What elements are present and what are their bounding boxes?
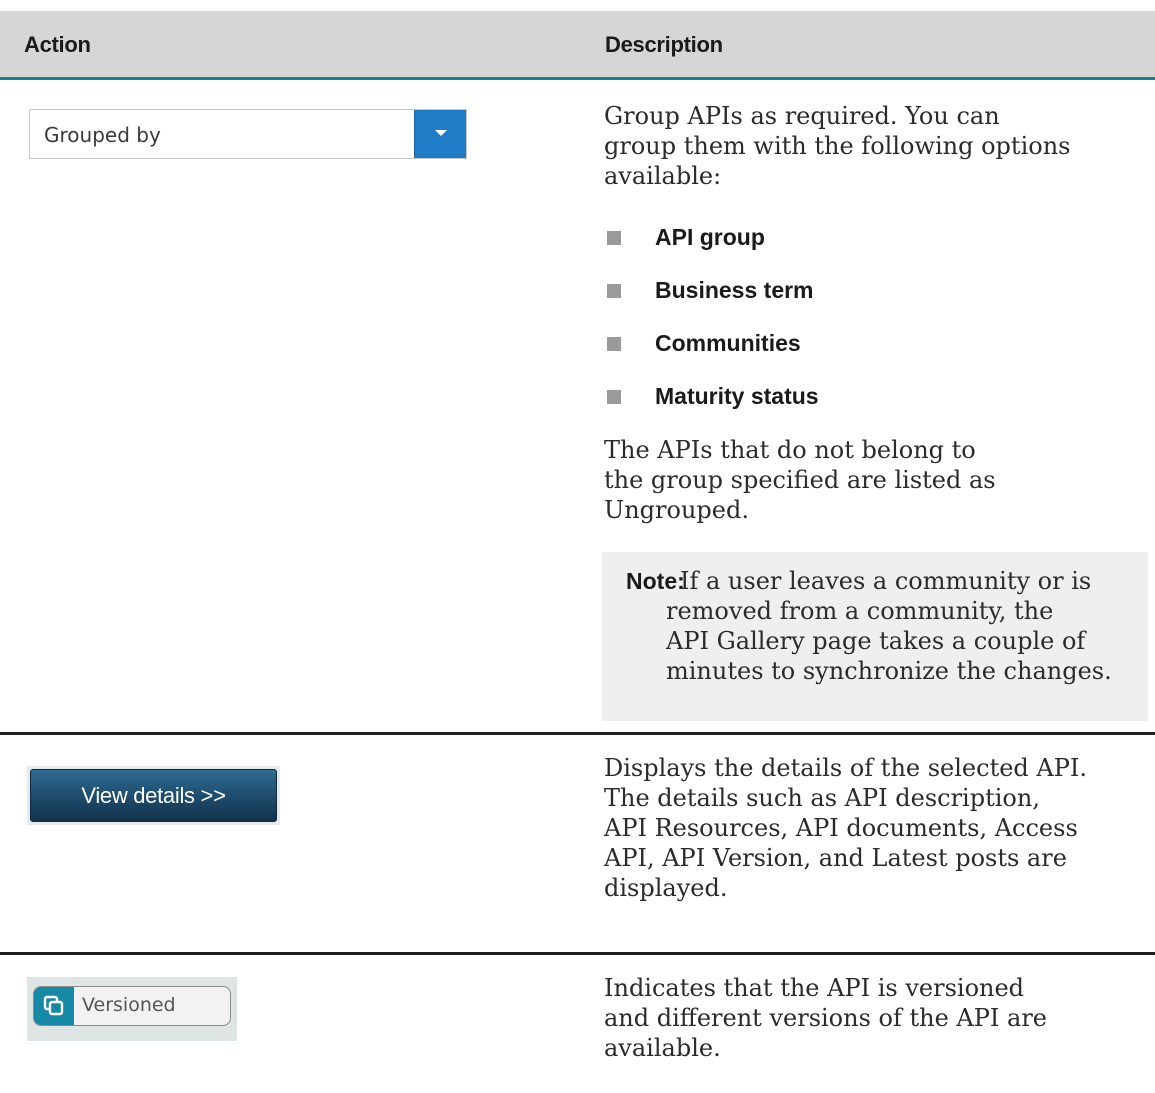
dropdown-toggle-button[interactable]	[414, 110, 466, 158]
note-line: minutes to synchronize the changes.	[666, 657, 1112, 685]
note-line: API Gallery page takes a couple of	[666, 627, 1086, 655]
option-label: Business term	[655, 277, 814, 303]
grouped-by-dropdown-label: Grouped by	[44, 123, 161, 147]
list-item: Communities	[604, 328, 819, 381]
description-line: displayed.	[604, 874, 728, 902]
row-3-description: Indicates that the API is versioned and …	[604, 973, 1149, 1063]
description-line: The details such as API description,	[604, 784, 1040, 812]
row-divider	[0, 952, 1155, 955]
note-callout: Note: If a user leaves a community or is…	[602, 552, 1148, 721]
row-1-description: Group APIs as required. You can group th…	[604, 101, 1144, 191]
row-2-description: Displays the details of the selected API…	[604, 753, 1149, 903]
description-line: the group specified are listed as	[604, 466, 996, 494]
description-line: Ungrouped.	[604, 496, 749, 524]
copy-icon	[34, 987, 74, 1025]
grouped-by-dropdown[interactable]: Grouped by	[29, 109, 467, 159]
grouping-options-list: API group Business term Communities Matu…	[604, 222, 819, 434]
square-bullet-icon	[607, 337, 621, 351]
description-line: available:	[604, 162, 722, 190]
description-line: available.	[604, 1034, 721, 1062]
row-divider	[0, 732, 1155, 735]
description-line: The APIs that do not belong to	[604, 436, 976, 464]
note-line: removed from a community, the	[666, 597, 1054, 625]
description-line: API Resources, API documents, Access	[604, 814, 1078, 842]
view-details-screenshot: View details >>	[27, 766, 280, 825]
column-header-description: Description	[605, 32, 723, 57]
view-details-button[interactable]: View details >>	[30, 769, 277, 822]
versioned-badge-label: Versioned	[82, 994, 176, 1016]
list-item: Business term	[604, 275, 819, 328]
column-header-action: Action	[24, 32, 91, 57]
description-line: Group APIs as required. You can	[604, 102, 1000, 130]
option-label: API group	[655, 224, 765, 250]
square-bullet-icon	[607, 390, 621, 404]
versioned-pill: Versioned	[33, 986, 231, 1026]
versioned-badge[interactable]: Versioned	[33, 986, 259, 1028]
description-line: group them with the following options	[604, 132, 1071, 160]
description-line: API, API Version, and Latest posts are	[604, 844, 1067, 872]
description-line: Indicates that the API is versioned	[604, 974, 1025, 1002]
table-header: Action Description	[0, 11, 1155, 80]
caret-down-icon	[435, 130, 447, 136]
option-label: Communities	[655, 330, 801, 356]
note-line: If a user leaves a community or is	[680, 567, 1092, 595]
list-item: Maturity status	[604, 381, 819, 434]
row-1-description-continued: The APIs that do not belong to the group…	[604, 435, 1144, 525]
square-bullet-icon	[607, 284, 621, 298]
versioned-badge-screenshot: Versioned	[27, 977, 237, 1041]
description-line: Displays the details of the selected API…	[604, 754, 1087, 782]
option-label: Maturity status	[655, 383, 819, 409]
square-bullet-icon	[607, 231, 621, 245]
note-text: If a user leaves a community or is remov…	[626, 566, 1146, 686]
description-line: and different versions of the API are	[604, 1004, 1048, 1032]
list-item: API group	[604, 222, 819, 275]
